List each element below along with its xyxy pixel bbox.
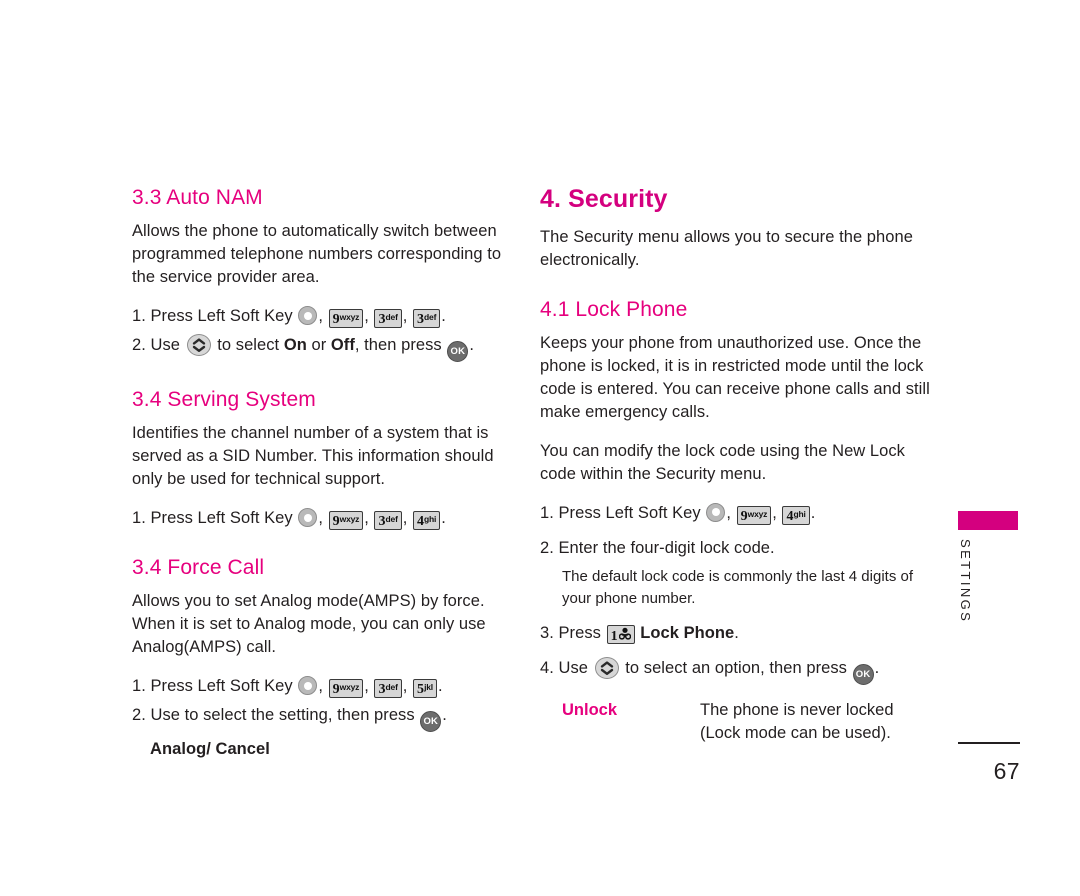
step-lock-phone-4: 4. Use to select an option, then press O… — [540, 656, 930, 685]
option-description: The phone is never locked (Lock mode can… — [700, 699, 930, 745]
step-text: 2. Use to select the setting, then press — [132, 706, 415, 725]
keypad-key-9-icon: 9wxyz — [736, 505, 772, 525]
keypad-key-5-icon: 5jkl — [412, 679, 437, 699]
footer-rule — [958, 742, 1020, 744]
lock-phone-para-2: You can modify the lock code using the N… — [540, 441, 905, 483]
soft-key-icon — [298, 306, 318, 326]
step-text-tail: . — [734, 623, 739, 642]
step-text: 1. Press Left Soft Key — [132, 509, 293, 528]
navigation-key-icon — [186, 334, 211, 357]
keypad-key-9-icon: 9wxyz — [328, 679, 364, 699]
step-auto-nam-1: 1. Press Left Soft Key , 9wxyz, 3def, 3d… — [132, 306, 446, 329]
option-description-line-2: (Lock mode can be used). — [700, 723, 891, 742]
body-force-call: Allows you to set Analog mode(AMPS) by f… — [132, 592, 486, 657]
step-force-call-2: 2. Use to select the setting, then press… — [132, 704, 522, 733]
keypad-key-3b-icon: 3def — [412, 309, 441, 329]
step-text-or: or — [311, 336, 327, 355]
step-text: 2. Use — [132, 336, 180, 355]
soft-key-icon — [298, 508, 318, 528]
ok-key-icon: OK — [852, 663, 874, 685]
side-tab-label: SETTINGS — [958, 539, 973, 624]
step-text: 1. Press Left Soft Key — [540, 503, 701, 522]
step-text: 3. Press — [540, 623, 601, 642]
step-text-mid: to select — [217, 336, 280, 355]
manual-page: 3.3 Auto NAM Allows the phone to automat… — [0, 0, 1080, 896]
security-intro: The Security menu allows you to secure t… — [540, 227, 913, 269]
step-text-mid: to select an option, then press — [625, 658, 847, 677]
lock-phone-para-1: Keeps your phone from unauthorized use. … — [540, 333, 930, 421]
page-number: 67 — [993, 757, 1020, 784]
voicemail-glyph — [618, 627, 631, 644]
keypad-key-3-icon: 3def — [374, 511, 402, 531]
step-lock-phone-3: 3. Press 1 Lock Phone. — [540, 622, 930, 645]
left-column: 3.3 Auto NAM Allows the phone to automat… — [132, 186, 522, 773]
side-tab: SETTINGS — [958, 511, 1018, 659]
option-row-unlock: Unlock The phone is never locked (Lock m… — [540, 699, 930, 745]
step-auto-nam-2: 2. Use to select On or Off, then press O… — [132, 334, 522, 363]
heading-lock-phone: 4.1 Lock Phone — [540, 297, 688, 321]
page-footer: 67 — [958, 742, 1020, 785]
force-call-options: Analog/ Cancel — [150, 740, 270, 759]
step-serving-system-1: 1. Press Left Soft Key , 9wxyz, 3def, 4g… — [132, 508, 446, 531]
page-title: 4. Security — [540, 185, 668, 213]
voicemail-key-icon: 1 — [606, 624, 635, 644]
option-off: Off — [330, 336, 355, 355]
heading-force-call: 3.4 Force Call — [132, 556, 265, 580]
navigation-key-icon — [594, 656, 619, 679]
right-column: 4. Security The Security menu allows you… — [540, 185, 930, 745]
keypad-key-3-icon: 3def — [374, 309, 402, 329]
keypad-key-9-icon: 9wxyz — [328, 511, 364, 531]
step-lock-phone-1: 1. Press Left Soft Key , 9wxyz, 4ghi. — [540, 502, 816, 525]
keypad-key-4-icon: 4ghi — [782, 505, 810, 525]
step-lock-phone-2: 2. Enter the four-digit lock code. — [540, 538, 775, 557]
keypad-key-3-icon: 3def — [374, 679, 402, 699]
option-name: Unlock — [562, 700, 618, 719]
heading-serving-system: 3.4 Serving System — [132, 388, 316, 412]
soft-key-icon — [298, 676, 318, 696]
side-tab-bar — [958, 511, 1018, 530]
heading-auto-nam: 3.3 Auto NAM — [132, 186, 263, 209]
step-text-tail: . — [874, 658, 880, 677]
step-lock-phone-2-note: The default lock code is commonly the la… — [562, 567, 914, 607]
lock-phone-label: Lock Phone — [640, 623, 735, 642]
step-text: 1. Press Left Soft Key — [132, 307, 293, 326]
step-text: 4. Use — [540, 658, 588, 677]
ok-key-icon: OK — [420, 711, 442, 733]
body-serving-system: Identifies the channel number of a syste… — [132, 424, 494, 489]
step-text-tail: , then press — [354, 336, 442, 355]
ok-key-icon: OK — [447, 341, 469, 363]
keypad-key-4-icon: 4ghi — [412, 511, 441, 531]
keypad-key-9-icon: 9wxyz — [328, 309, 364, 329]
step-text: 1. Press Left Soft Key — [132, 677, 293, 696]
step-force-call-1: 1. Press Left Soft Key , 9wxyz, 3def, 5j… — [132, 676, 443, 699]
soft-key-icon — [706, 502, 726, 522]
option-on: On — [283, 336, 307, 355]
option-description-line-1: The phone is never locked — [700, 700, 894, 719]
body-auto-nam: Allows the phone to automatically switch… — [132, 222, 502, 287]
